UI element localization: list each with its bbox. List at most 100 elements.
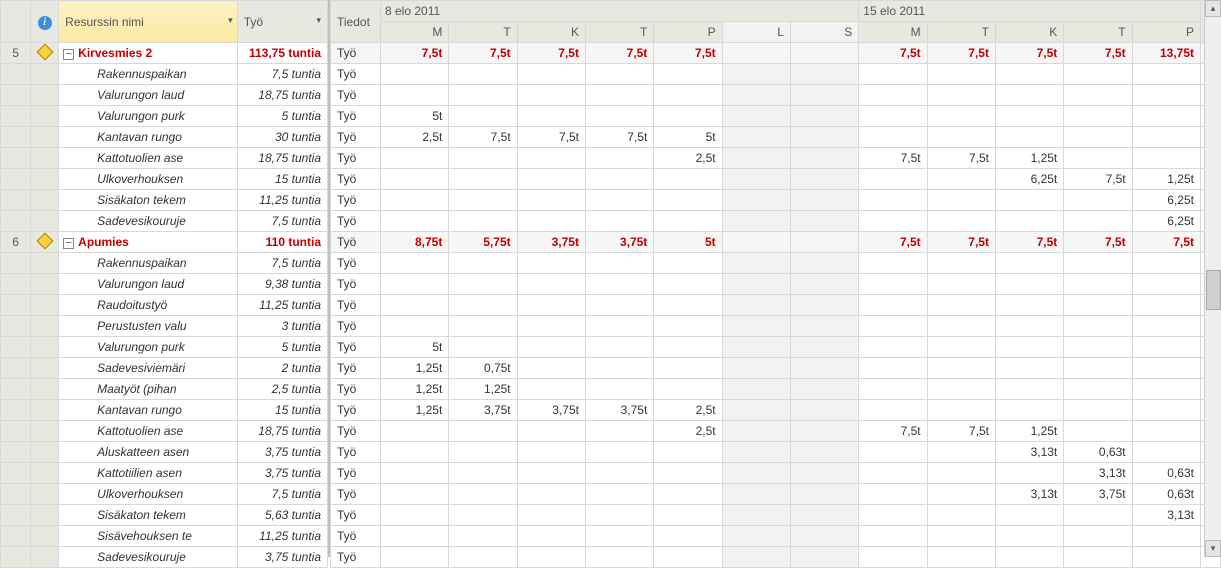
value-cell[interactable] (995, 463, 1063, 484)
indicator-cell[interactable] (31, 337, 59, 358)
indicator-cell[interactable] (31, 253, 59, 274)
value-cell[interactable] (790, 379, 858, 400)
group-row[interactable]: Työ8,75t5,75t3,75t3,75t5t7,5t7,5t7,5t7,5… (331, 232, 1221, 253)
value-cell[interactable] (790, 421, 858, 442)
value-cell[interactable]: 3,75t (449, 400, 517, 421)
value-cell[interactable] (1064, 85, 1132, 106)
value-cell[interactable] (585, 295, 653, 316)
value-cell[interactable] (654, 526, 722, 547)
value-cell[interactable] (859, 274, 927, 295)
value-cell[interactable] (381, 463, 449, 484)
value-cell[interactable] (1064, 127, 1132, 148)
value-cell[interactable] (517, 484, 585, 505)
value-cell[interactable]: 0,63t (1132, 484, 1200, 505)
value-cell[interactable]: 7,5t (927, 43, 995, 64)
work-value[interactable]: 2,5 tuntia (237, 379, 327, 400)
table-row[interactable]: Kattotuolien ase18,75 tuntia (1, 148, 328, 169)
value-cell[interactable]: 0,75t (449, 358, 517, 379)
table-row[interactable]: Sisäkaton tekem5,63 tuntia (1, 505, 328, 526)
value-cell[interactable] (995, 274, 1063, 295)
value-cell[interactable] (1132, 106, 1200, 127)
value-cell[interactable] (927, 274, 995, 295)
value-cell[interactable] (1132, 274, 1200, 295)
value-cell[interactable]: 6,25t (995, 169, 1063, 190)
value-cell[interactable] (585, 253, 653, 274)
table-row[interactable]: Rakennuspaikan7,5 tuntia (1, 64, 328, 85)
value-cell[interactable] (859, 442, 927, 463)
value-cell[interactable] (381, 190, 449, 211)
value-cell[interactable]: 5t (381, 337, 449, 358)
value-cell[interactable] (790, 526, 858, 547)
scroll-up-button[interactable]: ▴ (1205, 0, 1221, 17)
name-header[interactable]: Resurssin nimi ▾ (59, 1, 238, 43)
task-name[interactable]: Aluskatteen asen (59, 442, 238, 463)
value-cell[interactable] (381, 211, 449, 232)
table-row[interactable]: Työ2,5t7,5t7,5t7,5t5t (331, 127, 1221, 148)
value-cell[interactable] (927, 106, 995, 127)
value-cell[interactable]: 7,5t (927, 421, 995, 442)
value-cell[interactable] (1132, 421, 1200, 442)
value-cell[interactable]: 7,5t (995, 43, 1063, 64)
value-cell[interactable] (449, 463, 517, 484)
work-value[interactable]: 15 tuntia (237, 400, 327, 421)
task-name[interactable]: Ulkoverhouksen (59, 484, 238, 505)
value-cell[interactable]: 7,5t (1064, 169, 1132, 190)
value-cell[interactable] (1064, 526, 1132, 547)
value-cell[interactable]: 7,5t (859, 421, 927, 442)
value-cell[interactable] (790, 400, 858, 421)
details-cell[interactable]: Työ (331, 211, 381, 232)
value-cell[interactable]: 7,5t (585, 127, 653, 148)
value-cell[interactable] (585, 421, 653, 442)
value-cell[interactable] (449, 85, 517, 106)
value-cell[interactable] (722, 379, 790, 400)
details-cell[interactable]: Työ (331, 547, 381, 568)
table-row[interactable]: Työ6,25t (331, 211, 1221, 232)
value-cell[interactable] (859, 379, 927, 400)
value-cell[interactable] (1132, 526, 1200, 547)
row-number[interactable] (1, 106, 31, 127)
value-cell[interactable] (722, 442, 790, 463)
value-cell[interactable] (995, 379, 1063, 400)
value-cell[interactable] (654, 442, 722, 463)
value-cell[interactable] (585, 169, 653, 190)
value-cell[interactable] (927, 526, 995, 547)
value-cell[interactable] (722, 127, 790, 148)
value-cell[interactable] (790, 148, 858, 169)
value-cell[interactable]: 5t (381, 106, 449, 127)
value-cell[interactable] (722, 106, 790, 127)
day-header[interactable]: T (1064, 22, 1132, 43)
value-cell[interactable]: 7,5t (449, 43, 517, 64)
value-cell[interactable] (790, 211, 858, 232)
value-cell[interactable]: 7,5t (517, 127, 585, 148)
value-cell[interactable] (381, 274, 449, 295)
value-cell[interactable] (790, 127, 858, 148)
value-cell[interactable]: 0,63t (1064, 442, 1132, 463)
table-row[interactable]: Valurungon purk5 tuntia (1, 337, 328, 358)
day-header[interactable]: K (995, 22, 1063, 43)
work-value[interactable]: 7,5 tuntia (237, 64, 327, 85)
value-cell[interactable] (1064, 358, 1132, 379)
details-cell[interactable]: Työ (331, 232, 381, 253)
table-row[interactable]: Ulkoverhouksen7,5 tuntia (1, 484, 328, 505)
value-cell[interactable] (585, 337, 653, 358)
value-cell[interactable] (449, 253, 517, 274)
value-cell[interactable] (1132, 127, 1200, 148)
value-cell[interactable] (722, 190, 790, 211)
value-cell[interactable] (1064, 316, 1132, 337)
value-cell[interactable] (1064, 421, 1132, 442)
table-row[interactable]: Työ1,25t0,75t (331, 358, 1221, 379)
work-value[interactable]: 7,5 tuntia (237, 211, 327, 232)
value-cell[interactable] (995, 85, 1063, 106)
value-cell[interactable] (449, 64, 517, 85)
value-cell[interactable] (1132, 337, 1200, 358)
value-cell[interactable] (517, 274, 585, 295)
day-header[interactable]: L (722, 22, 790, 43)
value-cell[interactable] (790, 106, 858, 127)
row-number[interactable] (1, 526, 31, 547)
value-cell[interactable] (381, 421, 449, 442)
value-cell[interactable] (654, 190, 722, 211)
indicator-cell[interactable] (31, 400, 59, 421)
value-cell[interactable] (381, 85, 449, 106)
value-cell[interactable] (859, 526, 927, 547)
value-cell[interactable] (585, 463, 653, 484)
